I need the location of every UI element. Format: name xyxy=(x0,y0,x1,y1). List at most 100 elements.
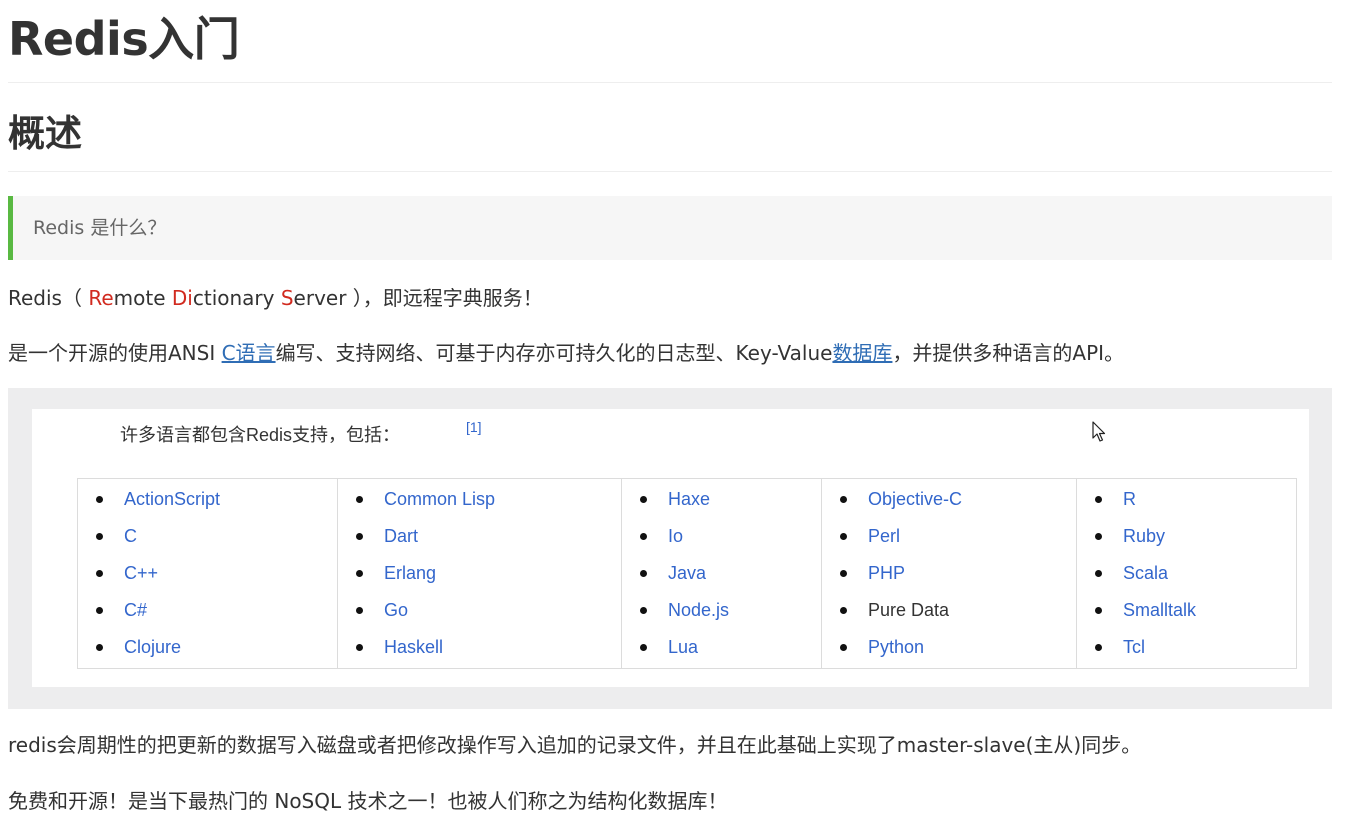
language-link[interactable]: C xyxy=(124,518,137,555)
blockquote: Redis 是什么？ xyxy=(8,196,1332,260)
language-link[interactable]: Python xyxy=(868,629,924,666)
bullet-icon xyxy=(840,570,847,577)
bullet-icon xyxy=(96,496,103,503)
language-list-item: Python xyxy=(822,629,1077,666)
language-list-item: Clojure xyxy=(78,629,338,666)
language-link[interactable]: Dart xyxy=(384,518,418,555)
language-list-item: Dart xyxy=(338,518,622,555)
citation-link[interactable]: [1] xyxy=(466,419,482,435)
languages-column: Common Lisp Dart Erlang Go Haskell xyxy=(338,479,622,668)
language-link[interactable]: Go xyxy=(384,592,408,629)
text: 编写、支持网络、可基于内存亦可持久化的日志型、Key-Value xyxy=(275,341,833,365)
language-list-item: R xyxy=(1077,481,1296,518)
language-list-item: Ruby xyxy=(1077,518,1296,555)
language-link[interactable]: Clojure xyxy=(124,629,181,666)
languages-card: 许多语言都包含Redis支持，包括： [1] ActionScript C C++ C… xyxy=(32,409,1309,687)
languages-column: Objective-C Perl PHP Pure Data Python xyxy=(822,479,1077,668)
language-link[interactable]: Erlang xyxy=(384,555,436,592)
language-list-item: PHP xyxy=(822,555,1077,592)
bullet-icon xyxy=(356,644,363,651)
paragraph-summary: 免费和开源！是当下最热门的 NoSQL 技术之一！也被人们称之为结构化数据库！ xyxy=(8,789,728,813)
text: ctionary xyxy=(192,286,281,310)
bullet-icon xyxy=(96,533,103,540)
language-list-item: Pure Data xyxy=(822,592,1077,629)
c-language-link[interactable]: C语言 xyxy=(222,341,276,365)
languages-table: ActionScript C C++ C# Clojure Common Lisp Dart… xyxy=(77,478,1297,669)
languages-column: Haxe Io Java Node.js Lua xyxy=(622,479,822,668)
bullet-icon xyxy=(96,607,103,614)
page-title: Redis入门 xyxy=(8,4,1332,83)
text: ，即远程字典服务！ xyxy=(362,286,543,310)
language-list-item: Objective-C xyxy=(822,481,1077,518)
bullet-icon xyxy=(96,570,103,577)
language-link: Pure Data xyxy=(868,600,950,620)
language-link[interactable]: Scala xyxy=(1123,555,1168,592)
paragraph-persistence: redis会周期性的把更新的数据写入磁盘或者把修改操作写入追加的记录文件，并且在… xyxy=(8,733,1142,757)
bullet-icon xyxy=(640,570,647,577)
language-link[interactable]: Node.js xyxy=(668,592,729,629)
bullet-icon xyxy=(1095,607,1102,614)
language-link[interactable]: C# xyxy=(124,592,147,629)
bullet-icon xyxy=(640,533,647,540)
language-link[interactable]: Tcl xyxy=(1123,629,1145,666)
languages-column: R Ruby Scala Smalltalk Tcl xyxy=(1077,479,1296,668)
acronym-letter: Re xyxy=(88,286,114,310)
language-link[interactable]: Objective-C xyxy=(868,481,962,518)
language-list-item: Haxe xyxy=(622,481,822,518)
bullet-icon xyxy=(356,607,363,614)
language-list-item: Scala xyxy=(1077,555,1296,592)
language-list-item: Go xyxy=(338,592,622,629)
section-heading-text: 概述 xyxy=(8,112,82,155)
text: erver ） xyxy=(293,286,363,310)
bullet-icon xyxy=(640,607,647,614)
language-link[interactable]: PHP xyxy=(868,555,905,592)
section-heading: 概述 xyxy=(8,100,1332,172)
language-list-item: Perl xyxy=(822,518,1077,555)
bullet-icon xyxy=(840,607,847,614)
bullet-icon xyxy=(1095,644,1102,651)
language-list-item: Node.js xyxy=(622,592,822,629)
bullet-icon xyxy=(1095,496,1102,503)
language-link[interactable]: Common Lisp xyxy=(384,481,495,518)
language-list-item: C++ xyxy=(78,555,338,592)
languages-caption: 许多语言都包含Redis支持，包括： xyxy=(120,425,401,445)
bullet-icon xyxy=(356,570,363,577)
language-list-item: Haskell xyxy=(338,629,622,666)
database-link[interactable]: 数据库 xyxy=(832,341,892,365)
mouse-cursor-icon xyxy=(1092,421,1106,442)
language-link[interactable]: ActionScript xyxy=(124,481,220,518)
language-link[interactable]: C++ xyxy=(124,555,158,592)
language-link[interactable]: Haskell xyxy=(384,629,443,666)
bullet-icon xyxy=(1095,570,1102,577)
bullet-icon xyxy=(356,496,363,503)
language-link[interactable]: R xyxy=(1123,481,1136,518)
paragraph-redis-acronym: Redis（ Remote Dictionary Server ），即远程字典服… xyxy=(8,283,543,313)
language-link[interactable]: Io xyxy=(668,518,683,555)
language-list-item: ActionScript xyxy=(78,481,338,518)
bullet-icon xyxy=(640,496,647,503)
languages-column: ActionScript C C++ C# Clojure xyxy=(78,479,338,668)
paragraph-description: 是一个开源的使用ANSI C语言编写、支持网络、可基于内存亦可持久化的日志型、K… xyxy=(8,338,1124,368)
language-list-item: Common Lisp xyxy=(338,481,622,518)
language-list-item: Smalltalk xyxy=(1077,592,1296,629)
bullet-icon xyxy=(1095,533,1102,540)
language-list-item: Java xyxy=(622,555,822,592)
language-link[interactable]: Smalltalk xyxy=(1123,592,1196,629)
text: Redis（ xyxy=(8,286,89,310)
language-link[interactable]: Java xyxy=(668,555,706,592)
language-link[interactable]: Lua xyxy=(668,629,698,666)
blockquote-text: Redis 是什么？ xyxy=(33,217,167,239)
bullet-icon xyxy=(840,644,847,651)
language-link[interactable]: Perl xyxy=(868,518,900,555)
bullet-icon xyxy=(356,533,363,540)
page-title-text: Redis入门 xyxy=(8,12,240,66)
acronym-letter: S xyxy=(280,286,294,310)
bullet-icon xyxy=(640,644,647,651)
language-list-item: C# xyxy=(78,592,338,629)
language-link[interactable]: Haxe xyxy=(668,481,710,518)
acronym-letter: Di xyxy=(171,286,193,310)
language-list-item: Tcl xyxy=(1077,629,1296,666)
bullet-icon xyxy=(840,496,847,503)
language-link[interactable]: Ruby xyxy=(1123,518,1165,555)
bullet-icon xyxy=(96,644,103,651)
